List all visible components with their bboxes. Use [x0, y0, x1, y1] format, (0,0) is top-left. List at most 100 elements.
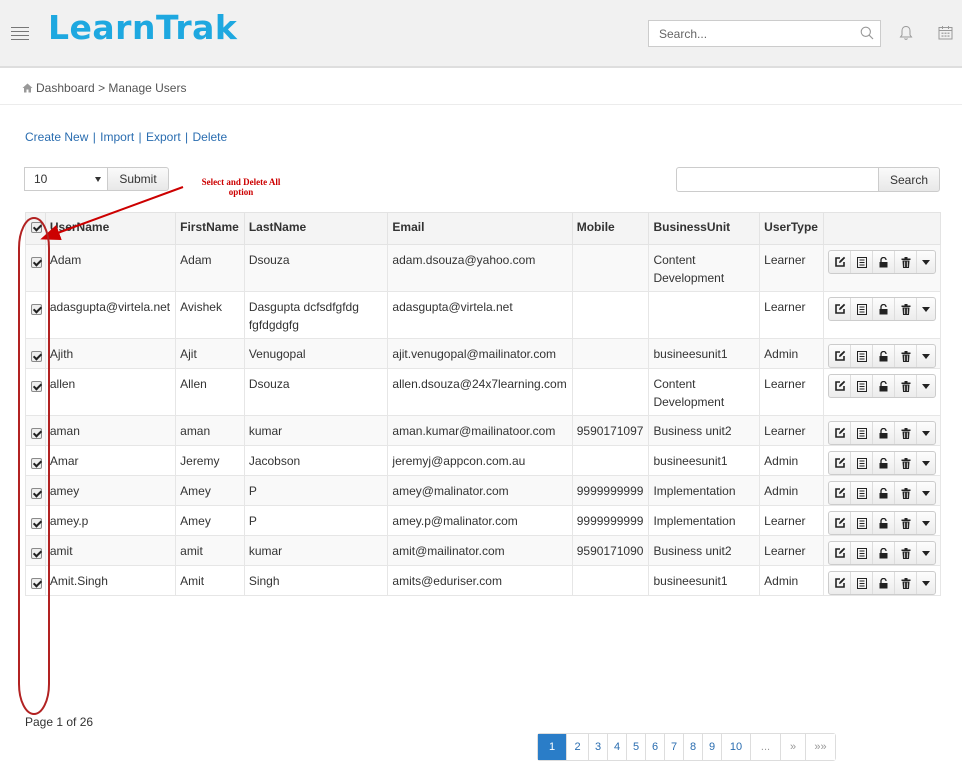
col-firstname[interactable]: FirstName	[175, 212, 245, 245]
trash-icon[interactable]	[895, 572, 917, 594]
unlock-icon[interactable]	[873, 482, 895, 504]
unlock-icon[interactable]	[873, 452, 895, 474]
unlock-icon[interactable]	[873, 542, 895, 564]
search-icon[interactable]	[860, 26, 874, 43]
row-checkbox[interactable]	[31, 548, 42, 560]
calendar-icon[interactable]	[938, 25, 953, 43]
edit-icon[interactable]	[829, 542, 851, 564]
row-checkbox[interactable]	[31, 458, 42, 470]
page-button-10[interactable]: 10	[722, 734, 751, 760]
edit-icon[interactable]	[829, 452, 851, 474]
caret-down-icon[interactable]	[917, 452, 935, 474]
page-button-5[interactable]: 5	[627, 734, 646, 760]
page-button-7[interactable]: 7	[665, 734, 684, 760]
unlock-icon[interactable]	[873, 375, 895, 397]
trash-icon[interactable]	[895, 422, 917, 444]
details-icon[interactable]	[851, 482, 873, 504]
details-icon[interactable]	[851, 452, 873, 474]
app-logo[interactable]: LearnTrak	[48, 8, 237, 47]
row-checkbox[interactable]	[31, 518, 42, 530]
page-button-4[interactable]: 4	[608, 734, 627, 760]
edit-icon[interactable]	[829, 572, 851, 594]
edit-icon[interactable]	[829, 422, 851, 444]
col-email[interactable]: Email	[387, 212, 573, 245]
global-search-input[interactable]	[649, 21, 849, 46]
submit-button[interactable]: Submit	[107, 167, 169, 191]
select-all-checkbox[interactable]	[31, 222, 42, 234]
cell-username: Amit.Singh	[44, 565, 177, 596]
next-page-button[interactable]: »	[781, 734, 806, 760]
delete-link[interactable]: Delete	[193, 130, 228, 144]
page-size-select[interactable]: 10	[24, 167, 108, 191]
caret-down-icon[interactable]	[917, 422, 935, 444]
edit-icon[interactable]	[829, 512, 851, 534]
import-link[interactable]: Import	[100, 130, 134, 144]
row-checkbox[interactable]	[31, 578, 42, 590]
edit-icon[interactable]	[829, 298, 851, 320]
page-button-2[interactable]: 2	[567, 734, 589, 760]
row-checkbox[interactable]	[31, 351, 42, 363]
page-button-9[interactable]: 9	[703, 734, 722, 760]
unlock-icon[interactable]	[873, 572, 895, 594]
details-icon[interactable]	[851, 572, 873, 594]
search-button[interactable]: Search	[878, 167, 940, 192]
trash-icon[interactable]	[895, 251, 917, 273]
details-icon[interactable]	[851, 251, 873, 273]
trash-icon[interactable]	[895, 298, 917, 320]
export-link[interactable]: Export	[146, 130, 181, 144]
caret-down-icon[interactable]	[917, 251, 935, 273]
cell-username: allen	[44, 368, 177, 416]
last-page-button[interactable]: »»	[806, 734, 835, 760]
row-checkbox[interactable]	[31, 381, 42, 393]
col-lastname[interactable]: LastName	[243, 212, 389, 245]
caret-down-icon[interactable]	[917, 512, 935, 534]
trash-icon[interactable]	[895, 452, 917, 474]
details-icon[interactable]	[851, 542, 873, 564]
unlock-icon[interactable]	[873, 512, 895, 534]
row-checkbox[interactable]	[31, 488, 42, 500]
caret-down-icon[interactable]	[917, 572, 935, 594]
trash-icon[interactable]	[895, 345, 917, 367]
edit-icon[interactable]	[829, 375, 851, 397]
row-actions	[823, 338, 941, 369]
col-mobile[interactable]: Mobile	[571, 212, 650, 245]
breadcrumb-dashboard[interactable]: Dashboard	[36, 81, 95, 95]
caret-down-icon[interactable]	[917, 298, 935, 320]
unlock-icon[interactable]	[873, 422, 895, 444]
home-icon[interactable]	[22, 82, 33, 96]
create-new-link[interactable]: Create New	[25, 130, 88, 144]
edit-icon[interactable]	[829, 251, 851, 273]
details-icon[interactable]	[851, 345, 873, 367]
col-business-unit[interactable]: BusinessUnit	[648, 212, 761, 245]
details-icon[interactable]	[851, 298, 873, 320]
details-icon[interactable]	[851, 375, 873, 397]
details-icon[interactable]	[851, 512, 873, 534]
search-input[interactable]	[676, 167, 879, 192]
global-search[interactable]	[648, 20, 881, 47]
page-button-3[interactable]: 3	[589, 734, 608, 760]
row-checkbox[interactable]	[31, 257, 42, 269]
row-checkbox[interactable]	[31, 304, 42, 316]
caret-down-icon[interactable]	[917, 375, 935, 397]
caret-down-icon[interactable]	[917, 482, 935, 504]
trash-icon[interactable]	[895, 542, 917, 564]
trash-icon[interactable]	[895, 512, 917, 534]
unlock-icon[interactable]	[873, 251, 895, 273]
trash-icon[interactable]	[895, 375, 917, 397]
row-checkbox[interactable]	[31, 428, 42, 440]
edit-icon[interactable]	[829, 482, 851, 504]
col-usertype[interactable]: UserType	[759, 212, 824, 245]
bell-icon[interactable]	[899, 25, 913, 44]
page-button-8[interactable]: 8	[684, 734, 703, 760]
unlock-icon[interactable]	[873, 298, 895, 320]
col-username[interactable]: UserName	[44, 212, 177, 245]
menu-icon[interactable]	[11, 27, 29, 40]
caret-down-icon[interactable]	[917, 542, 935, 564]
edit-icon[interactable]	[829, 345, 851, 367]
page-button-6[interactable]: 6	[646, 734, 665, 760]
page-button-1[interactable]: 1	[538, 734, 567, 760]
trash-icon[interactable]	[895, 482, 917, 504]
unlock-icon[interactable]	[873, 345, 895, 367]
caret-down-icon[interactable]	[917, 345, 935, 367]
details-icon[interactable]	[851, 422, 873, 444]
